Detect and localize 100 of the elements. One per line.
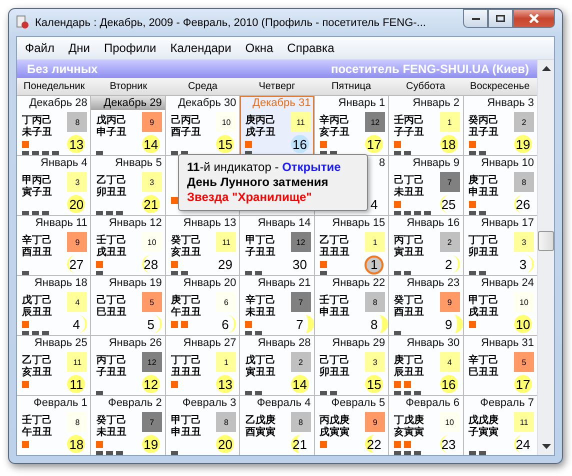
ganzhi-text: 丁丁己	[468, 235, 499, 246]
ganzhi-text: 戊丁己	[245, 355, 276, 366]
ganzhi-text: 丙丁己	[96, 355, 126, 366]
day-cell[interactable]: Январь 24 甲丁己 戌丑丑 10 10	[464, 276, 537, 335]
scroll-thumb[interactable]	[538, 231, 554, 251]
weekday-header: Понедельник	[24, 80, 85, 92]
date-label: Февраль 4	[256, 396, 312, 410]
day-cell[interactable]: Февраль 7 戊戊庚 子寅寅 11 24	[464, 396, 537, 455]
lunar-day: 13	[69, 136, 84, 152]
day-cell[interactable]: Январь 30 庚丁己 辰丑丑 4 16	[389, 336, 463, 395]
day-cell[interactable]: Февраль 2 癸丁己 未丑丑 7 19	[91, 396, 165, 455]
date-label: Январь 26	[108, 336, 163, 350]
day-cell[interactable]: Январь 5 乙丁己 卯丑丑 3 21	[91, 156, 165, 215]
ganzhi-text: 未丑丑	[394, 187, 426, 199]
date-label: Январь 4	[40, 156, 88, 170]
day-cell[interactable]: Февраль 6 丁戊庚 亥寅寅 10 23	[389, 396, 463, 455]
lunar-day: 21	[144, 196, 158, 212]
ganzhi-text: 戊丙己	[96, 115, 126, 126]
menu-item[interactable]: Файл	[25, 41, 55, 55]
day-cell[interactable]: Январь 11 辛丁己 酉丑丑 9 27	[17, 216, 90, 275]
day-cell[interactable]: Январь 15 乙丁己 丑丑丑 1 1	[314, 216, 388, 275]
day-cell[interactable]: Февраль 3 甲丁己 申丑丑 8 20	[166, 396, 240, 455]
flying-star-number: 3	[365, 352, 386, 372]
ganzhi-text: 亥丑丑	[170, 247, 201, 259]
close-button[interactable]	[513, 9, 555, 28]
ganzhi-text: 辰丑丑	[22, 307, 52, 319]
date-label: Январь 31	[480, 336, 535, 350]
day-cell[interactable]: Январь 1 辛丙己 亥子丑 12 17	[314, 96, 388, 155]
day-cell[interactable]: Январь 21 辛丁己 未丑丑 7 7	[240, 276, 314, 335]
day-cell[interactable]: Февраль 1 壬丁己 午丑丑 8 18	[17, 396, 90, 455]
lunar-day: 1	[370, 256, 378, 272]
flying-star-number: 2	[290, 352, 311, 372]
day-cell[interactable]: Январь 22 壬丁己 申丑丑 8 8	[314, 276, 388, 335]
day-cell[interactable]: Январь 20 庚丁己 午丑丑 6 6	[166, 276, 240, 335]
day-cell[interactable]: Декабрь 31 庚丙己 戌子丑 11 16	[240, 96, 314, 155]
day-cell[interactable]: Январь 10 庚丁己 申丑丑 8 26	[464, 156, 537, 215]
scroll-up-icon[interactable]	[542, 66, 550, 71]
day-cell[interactable]: Январь 19 己丁己 巳丑丑 5 5	[91, 276, 165, 335]
date-label: Январь 30	[406, 336, 461, 350]
day-cell[interactable]: Январь 29 己丁己 卯丑丑 3 15	[314, 336, 388, 395]
ganzhi-text: 甲丁己	[245, 235, 276, 246]
day-cell[interactable]: Январь 31 辛丁己 巳丑丑 5 17	[464, 336, 537, 395]
flying-star-number: 3	[67, 172, 88, 192]
day-cell[interactable]: Январь 23 癸丁己 酉丑丑 9 9	[389, 276, 463, 335]
lunar-day: 15	[218, 136, 233, 152]
day-cell[interactable]: Январь 9 己丁己 未丑丑 7 25	[389, 156, 463, 215]
date-label: Январь 18	[33, 276, 88, 290]
flying-star-number: 1	[365, 232, 386, 252]
date-label: Январь 9	[412, 156, 461, 170]
minimize-button[interactable]	[463, 9, 488, 28]
menu-item[interactable]: Профили	[104, 41, 156, 55]
lunar-day: 18	[69, 436, 84, 452]
ganzhi-text: 寅丑丑	[245, 367, 276, 379]
date-label: Январь 25	[33, 336, 88, 350]
day-cell[interactable]: Январь 3 癸丙己 丑子丑 2 19	[464, 96, 537, 155]
flying-star-number: 11	[290, 112, 311, 132]
flying-star-number: 9	[365, 412, 386, 432]
lunar-day: 4	[72, 316, 80, 332]
scroll-down-icon[interactable]	[542, 444, 550, 449]
date-label: Январь 15	[331, 216, 386, 230]
flying-star-number: 12	[142, 352, 162, 372]
day-cell[interactable]: Январь 4 甲丙己 寅子丑 3 20	[17, 156, 90, 215]
scrollbar[interactable]	[537, 60, 554, 455]
day-cell[interactable]: Январь 17 丁丁己 卯丑丑 3 3	[464, 216, 537, 275]
menu-item[interactable]: Справка	[287, 41, 334, 55]
ganzhi-text: 辰丑丑	[394, 367, 424, 379]
menu-item[interactable]: Календари	[170, 41, 232, 55]
ganzhi-text: 己丁己	[394, 175, 426, 186]
lunar-day: 2	[444, 256, 452, 272]
day-cell[interactable]: Январь 16 丙丁己 寅丑丑 2 2	[389, 216, 463, 275]
ganzhi-text: 癸丁己	[96, 415, 126, 426]
day-cell[interactable]: Январь 18 戊丁己 辰丑丑 4 4	[17, 276, 90, 335]
tooltip-text: 11-й индикатор - Открытие	[187, 160, 342, 175]
ganzhi-text: 辛丙己	[320, 115, 350, 126]
day-cell[interactable]: Январь 14 甲丁己 子丑丑 12 30	[240, 216, 314, 275]
flying-star-number: 1	[440, 112, 460, 132]
day-cell[interactable]: Январь 2 壬丙己 子子丑 1 18	[389, 96, 463, 155]
ganzhi-text: 午丑丑	[22, 427, 52, 439]
date-label: Январь 11	[34, 216, 88, 230]
day-cell[interactable]: Январь 13 癸丁己 亥丑丑 11 29	[166, 216, 240, 275]
day-cell[interactable]: Декабрь 30 己丙己 酉子丑 10 15	[166, 96, 240, 155]
ganzhi-text: 戌丑丑	[96, 247, 126, 259]
day-cell[interactable]: Январь 12 壬丁己 戌丑丑 10 28	[91, 216, 165, 275]
weekday-header: Суббота	[406, 80, 446, 92]
flying-star-number: 12	[365, 112, 386, 132]
lunar-day: 16	[441, 376, 456, 392]
flying-star-number: 3	[142, 172, 162, 192]
day-cell[interactable]: Январь 28 戊丁己 寅丑丑 2 14	[240, 336, 314, 395]
maximize-button[interactable]	[488, 9, 513, 28]
day-cell[interactable]: Декабрь 29 戊丙己 申子丑 9 14	[91, 96, 165, 155]
day-cell[interactable]: Декабрь 28 丁丙己 未子丑 8 13	[17, 96, 90, 155]
lunar-day: 7	[296, 316, 304, 332]
flying-star-number: 8	[290, 412, 311, 432]
lunar-day: 29	[218, 256, 233, 272]
menu-item[interactable]: Окна	[245, 41, 274, 55]
day-cell[interactable]: Январь 27 丁丁己 丑丑丑 1 13	[166, 336, 240, 395]
flying-star-number: 11	[67, 352, 88, 372]
menu-item[interactable]: Дни	[68, 41, 90, 55]
day-cell[interactable]: Январь 25 乙丁己 亥丑丑 11 11	[17, 336, 90, 395]
day-cell[interactable]: Январь 26 丙丁己 子丑丑 12 12	[91, 336, 165, 395]
